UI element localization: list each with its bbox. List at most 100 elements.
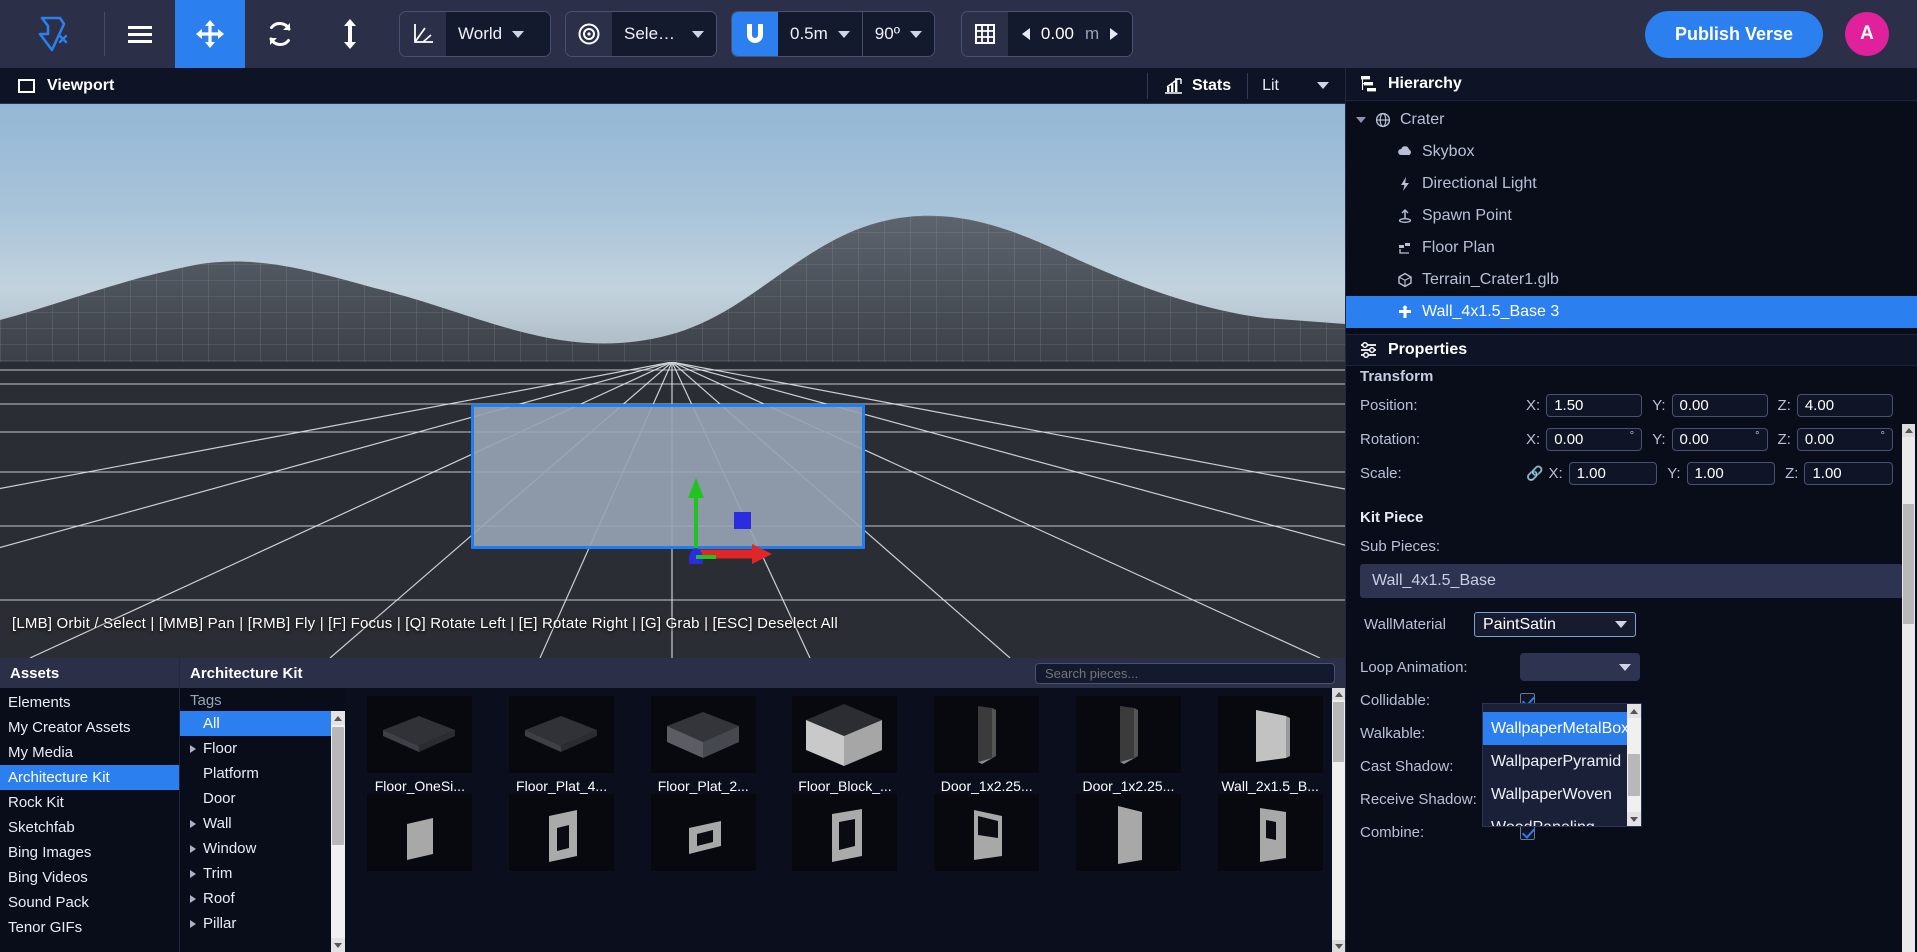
- chevron-right-icon[interactable]: [190, 844, 196, 853]
- chevron-right-icon[interactable]: [190, 919, 196, 928]
- transform-z-input[interactable]: [1804, 431, 1875, 448]
- tag-item[interactable]: Roof: [180, 886, 331, 911]
- avatar[interactable]: A: [1845, 12, 1889, 56]
- tag-item[interactable]: Door: [180, 786, 331, 811]
- transform-z-field[interactable]: [1796, 394, 1893, 417]
- pieces-scrollbar[interactable]: [1332, 688, 1345, 952]
- pivot-icon[interactable]: [566, 12, 612, 56]
- publish-verse-button[interactable]: Publish Verse: [1644, 10, 1823, 58]
- piece-thumbnail[interactable]: [1058, 794, 1200, 876]
- piece-thumbnail[interactable]: [632, 794, 774, 876]
- piece-thumbnail[interactable]: [774, 794, 916, 876]
- piece-thumbnail[interactable]: Floor_Plat_2...: [632, 696, 774, 794]
- piece-thumbnail[interactable]: Door_1x2.25...: [916, 696, 1058, 794]
- properties-scrollbar[interactable]: [1902, 424, 1915, 952]
- axes-icon[interactable]: [400, 12, 446, 56]
- assets-source-item[interactable]: Bing Images: [0, 840, 179, 865]
- tab-viewport[interactable]: Viewport: [0, 68, 132, 104]
- loop-animation-dropdown[interactable]: [1520, 653, 1640, 681]
- transform-x-field[interactable]: °: [1546, 428, 1643, 451]
- chevron-right-icon[interactable]: [190, 869, 196, 878]
- piece-thumbnail[interactable]: Wall_2x1.5_B...: [1199, 696, 1341, 794]
- hierarchy-node[interactable]: Terrain_Crater1.glb: [1346, 264, 1917, 296]
- tag-item[interactable]: Wall: [180, 811, 331, 836]
- tag-item[interactable]: Platform: [180, 761, 331, 786]
- assets-source-item[interactable]: Architecture Kit: [0, 765, 179, 790]
- wall-material-dropdown-popup[interactable]: WallpaperMetalBox WallpaperPyramid Wallpap…: [1482, 703, 1642, 827]
- dropdown-scroll-thumb[interactable]: [1628, 754, 1640, 796]
- hierarchy-node[interactable]: Floor Plan: [1346, 232, 1917, 264]
- piece-thumbnail[interactable]: [916, 794, 1058, 876]
- rotate-tool-icon[interactable]: [245, 0, 315, 68]
- magnet-snap-icon[interactable]: [732, 12, 778, 56]
- search-input[interactable]: [1035, 662, 1335, 684]
- move-tool-icon[interactable]: [175, 0, 245, 68]
- piece-thumbnail[interactable]: Floor_Block_...: [774, 696, 916, 794]
- transform-y-input[interactable]: [1679, 397, 1750, 414]
- stats-button[interactable]: Stats: [1148, 68, 1247, 104]
- dropdown-scrollbar[interactable]: [1627, 704, 1641, 826]
- chevron-down-icon[interactable]: [1356, 117, 1366, 123]
- assets-source-item[interactable]: My Media: [0, 740, 179, 765]
- assets-source-item[interactable]: Bing Videos: [0, 865, 179, 890]
- grid-icon[interactable]: [961, 12, 1008, 56]
- material-option[interactable]: WallpaperMetalBox: [1483, 712, 1627, 745]
- chevron-right-icon[interactable]: [190, 744, 196, 753]
- hierarchy-node[interactable]: Crater: [1346, 104, 1917, 136]
- transform-x-input[interactable]: [1576, 465, 1647, 482]
- piece-thumbnail[interactable]: Floor_Plat_4...: [491, 696, 633, 794]
- scroll-down-icon[interactable]: [1332, 940, 1345, 952]
- transform-z-field[interactable]: °: [1796, 428, 1893, 451]
- tags-scroll-thumb[interactable]: [332, 727, 344, 845]
- scroll-up-icon[interactable]: [331, 711, 345, 725]
- tag-item[interactable]: All: [180, 711, 331, 736]
- chevron-right-icon[interactable]: [190, 894, 196, 903]
- scroll-up-icon[interactable]: [1332, 688, 1345, 700]
- material-option[interactable]: WallpaperPyramid: [1483, 745, 1627, 778]
- link-scale-icon[interactable]: 🔗: [1526, 465, 1543, 482]
- viewport-canvas[interactable]: [LMB] Orbit / Select | [MMB] Pan | [RMB]…: [0, 104, 1345, 658]
- transform-z-input[interactable]: [1804, 397, 1875, 414]
- material-option[interactable]: WallpaperWoven: [1483, 778, 1627, 811]
- hierarchy-node[interactable]: Spawn Point: [1346, 200, 1917, 232]
- stepper-decrement-icon[interactable]: [1021, 28, 1030, 40]
- app-logo-icon[interactable]: [0, 0, 104, 68]
- grid-height-stepper[interactable]: 0.00 m: [1007, 12, 1133, 56]
- scale-tool-icon[interactable]: [315, 0, 385, 68]
- hierarchy-node[interactable]: Wall_4x1.5_Base 3: [1346, 296, 1917, 328]
- hamburger-menu-icon[interactable]: [105, 0, 175, 68]
- assets-source-item[interactable]: Elements: [0, 690, 179, 715]
- scroll-up-icon[interactable]: [1902, 424, 1915, 437]
- chevron-right-icon[interactable]: [190, 819, 196, 828]
- transform-y-field[interactable]: [1671, 394, 1768, 417]
- transform-x-field[interactable]: [1546, 394, 1643, 417]
- assets-source-item[interactable]: Sketchfab: [0, 815, 179, 840]
- transform-x-field[interactable]: [1568, 462, 1658, 485]
- transform-z-field[interactable]: [1804, 462, 1894, 485]
- transform-y-field[interactable]: °: [1671, 428, 1768, 451]
- pieces-scroll-thumb[interactable]: [1333, 702, 1344, 762]
- tag-item[interactable]: Window: [180, 836, 331, 861]
- snap-rotate-dropdown[interactable]: 90º: [862, 12, 934, 56]
- assets-source-item[interactable]: Tenor GIFs: [0, 915, 179, 940]
- assets-source-item[interactable]: My Creator Assets: [0, 715, 179, 740]
- wall-material-dropdown[interactable]: PaintSatin: [1474, 612, 1636, 637]
- transform-z-input[interactable]: [1812, 465, 1883, 482]
- scroll-up-icon[interactable]: [1627, 704, 1641, 718]
- coord-space-dropdown[interactable]: World: [446, 12, 550, 56]
- tag-item[interactable]: Floor: [180, 736, 331, 761]
- piece-thumbnail[interactable]: [349, 794, 491, 876]
- hierarchy-node[interactable]: Skybox: [1346, 136, 1917, 168]
- material-option[interactable]: WoodPaneling: [1483, 811, 1627, 827]
- piece-thumbnail[interactable]: Floor_OneSi...: [349, 696, 491, 794]
- piece-thumbnail[interactable]: [491, 794, 633, 876]
- transform-y-input[interactable]: [1679, 431, 1750, 448]
- transform-y-field[interactable]: [1686, 462, 1776, 485]
- scroll-down-icon[interactable]: [1627, 812, 1641, 826]
- tags-scrollbar[interactable]: [331, 711, 345, 952]
- sub-piece-value[interactable]: Wall_4x1.5_Base: [1360, 564, 1903, 598]
- transform-x-input[interactable]: [1554, 397, 1625, 414]
- assets-source-item[interactable]: Rock Kit: [0, 790, 179, 815]
- transform-y-input[interactable]: [1694, 465, 1765, 482]
- piece-thumbnail[interactable]: [1199, 794, 1341, 876]
